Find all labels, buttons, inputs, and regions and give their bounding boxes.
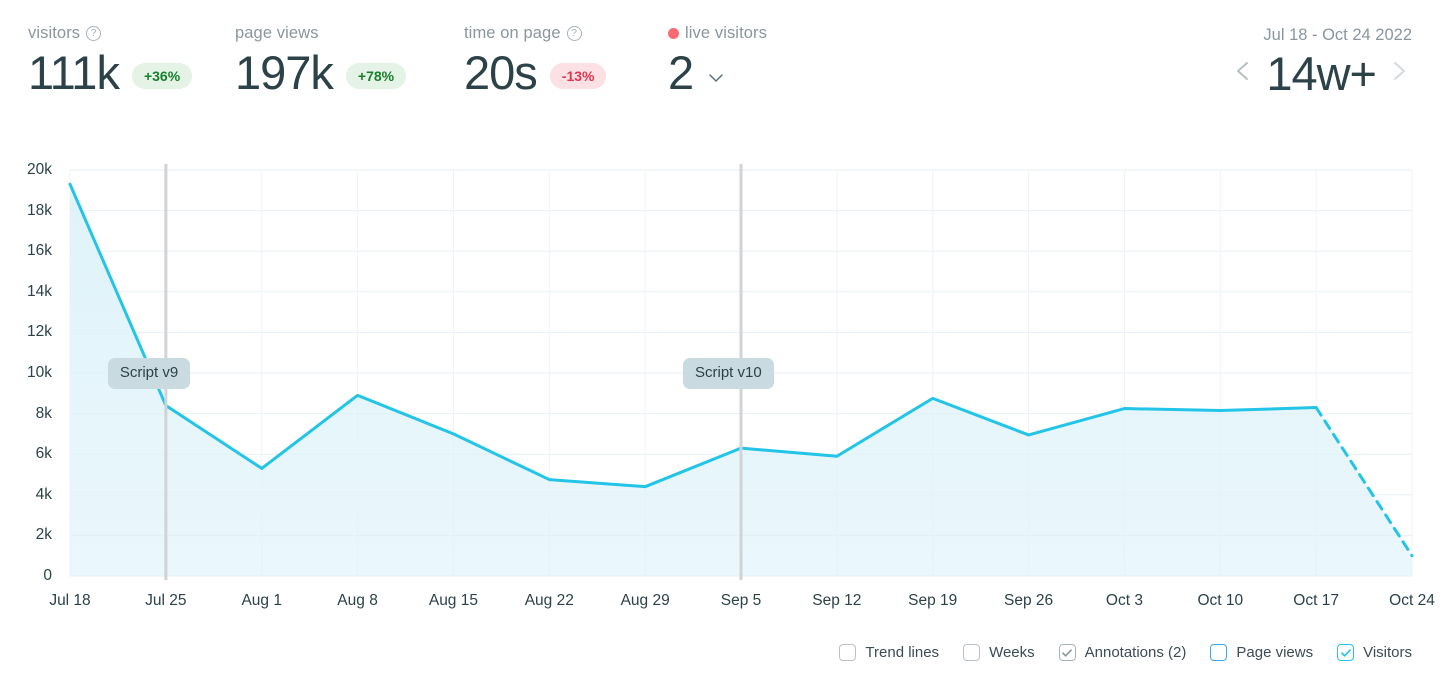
- metric-live-visitors-label: live visitors: [668, 24, 767, 43]
- x-axis-tick: Oct 17: [1293, 592, 1339, 609]
- chart-option-annotations-2[interactable]: Annotations (2): [1058, 644, 1187, 661]
- metric-live-visitors[interactable]: live visitors 2: [668, 24, 767, 97]
- x-axis-tick: Sep 26: [1003, 592, 1054, 609]
- metrics-header: visitors ? 111k +36% page views 197k +78…: [0, 0, 1440, 130]
- x-axis-tick: Oct 3: [1105, 592, 1143, 609]
- chart-option-visitors[interactable]: Visitors: [1337, 644, 1412, 661]
- analytics-dashboard: visitors ? 111k +36% page views 197k +78…: [0, 0, 1440, 677]
- x-axis-tick: Sep 12: [812, 592, 862, 609]
- x-axis-tick: Oct 10: [1197, 592, 1244, 609]
- x-axis-tick: Sep 5: [720, 592, 762, 609]
- checkbox-icon[interactable]: [1058, 644, 1076, 661]
- period-value[interactable]: 14w+: [1266, 49, 1377, 99]
- metric-page-views-label-text: page views: [235, 24, 319, 42]
- metric-time-on-page-label: time on page ?: [464, 24, 606, 43]
- x-axis-tick: Oct 24: [1389, 592, 1435, 609]
- metric-visitors[interactable]: visitors ? 111k +36%: [28, 24, 193, 99]
- chart-option-label: Weeks: [989, 644, 1035, 661]
- visitors-chart[interactable]: 20k 18k 16k 14k 12k 10k 8k 6k 4k 2k 0 Script v9 Scr…: [0, 130, 1440, 630]
- metric-visitors-label-text: visitors: [28, 24, 81, 42]
- help-icon[interactable]: ?: [566, 26, 582, 41]
- metric-live-visitors-label-text: live visitors: [685, 24, 767, 42]
- chart-option-label: Page views: [1236, 644, 1314, 661]
- x-axis-tick: Aug 15: [428, 592, 478, 609]
- chart-options-footer: Trend lines Weeks Annotations (2) Page view…: [0, 628, 1440, 677]
- metric-visitors-label: visitors ?: [28, 24, 192, 43]
- chevron-down-icon[interactable]: [706, 68, 726, 88]
- metric-time-on-page[interactable]: time on page ? 20s -13%: [464, 24, 607, 99]
- metric-page-views-label: page views: [235, 24, 406, 43]
- chart-option-label: Annotations (2): [1084, 644, 1187, 661]
- metric-time-on-page-delta-badge: -13%: [549, 62, 607, 89]
- x-axis-tick: Aug 1: [241, 592, 282, 609]
- chart-option-page-views[interactable]: Page views: [1210, 644, 1313, 661]
- chart-option-label: Visitors: [1363, 644, 1412, 661]
- next-period-arrow-icon[interactable]: [1386, 56, 1412, 91]
- metric-visitors-value: 111k: [28, 46, 120, 99]
- metric-visitors-delta-badge: +36%: [131, 62, 193, 89]
- x-axis-tick: Aug 22: [524, 592, 574, 609]
- checkbox-icon[interactable]: [1210, 644, 1228, 661]
- x-axis-tick: Aug 29: [620, 592, 670, 609]
- chart-option-weeks[interactable]: Weeks: [963, 644, 1035, 661]
- annotation-marker[interactable]: Script v9: [107, 358, 191, 389]
- previous-period-arrow-icon[interactable]: [1230, 56, 1256, 91]
- date-range-text: Jul 18 - Oct 24 2022: [1263, 26, 1412, 44]
- x-axis-tick: Aug 8: [337, 592, 378, 609]
- checkbox-icon[interactable]: [839, 644, 857, 661]
- metric-page-views[interactable]: page views 197k +78%: [235, 24, 407, 99]
- annotation-marker[interactable]: Script v10: [683, 358, 774, 389]
- x-axis-tick: Jul 18: [49, 592, 91, 609]
- x-axis-labels: Jul 18 Jul 25 Aug 1 Aug 8 Aug 15 Aug 22 Aug 29…: [0, 592, 1440, 616]
- chart-plot-area[interactable]: [0, 130, 1440, 580]
- metric-time-on-page-value: 20s: [464, 46, 538, 99]
- chart-option-trend-lines[interactable]: Trend lines: [839, 644, 939, 661]
- metric-page-views-delta-badge: +78%: [345, 62, 407, 89]
- live-indicator-icon: [668, 28, 679, 39]
- metric-page-views-value: 197k: [235, 46, 334, 99]
- date-range-selector: Jul 18 - Oct 24 2022 14w+: [1230, 26, 1412, 98]
- checkbox-icon[interactable]: [963, 644, 981, 661]
- x-axis-tick: Sep 19: [908, 592, 958, 609]
- checkbox-icon[interactable]: [1337, 644, 1355, 661]
- chart-option-label: Trend lines: [865, 644, 940, 661]
- metric-time-on-page-label-text: time on page: [464, 24, 561, 42]
- x-axis-tick: Jul 25: [145, 592, 187, 609]
- metric-live-visitors-value: 2: [668, 46, 694, 99]
- help-icon[interactable]: ?: [86, 26, 102, 41]
